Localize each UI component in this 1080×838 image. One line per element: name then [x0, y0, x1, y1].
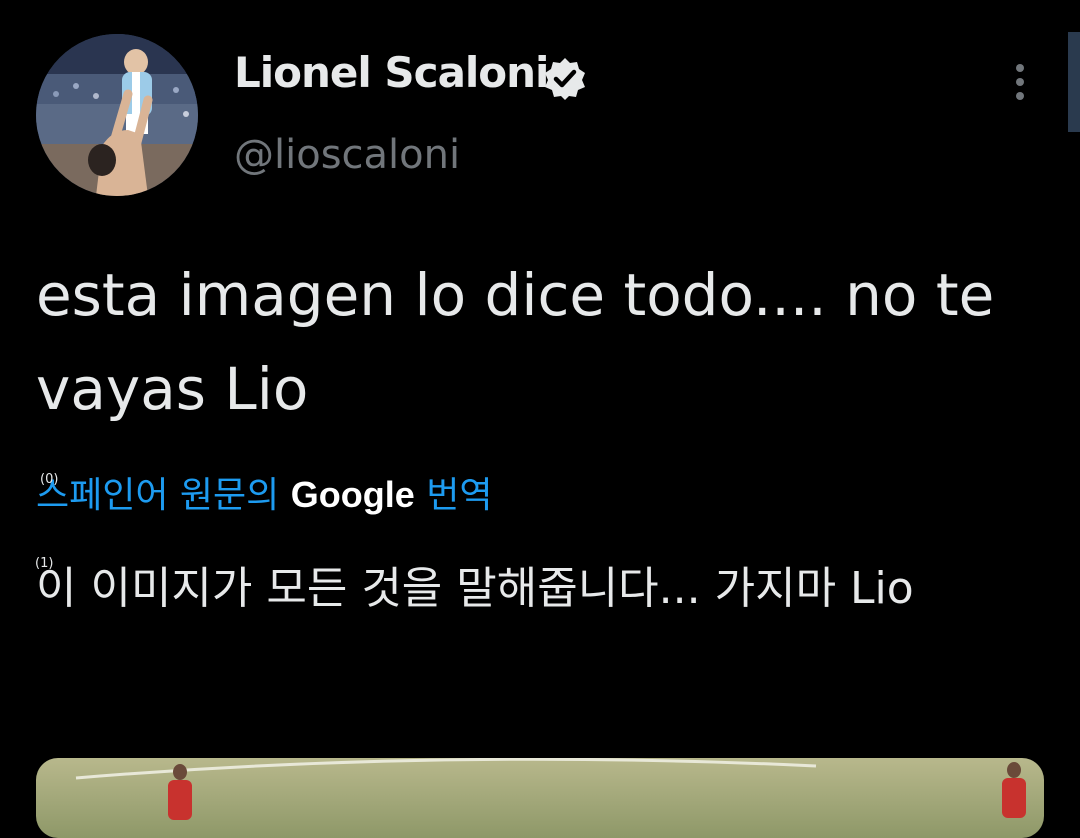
google-translate-link[interactable]: 스페인어 원문의 Google 번역	[36, 466, 492, 518]
author-handle[interactable]: @lioscaloni	[234, 132, 460, 178]
footnote-marker-1: (1)	[35, 556, 54, 571]
translate-prefix: 스페인어 원문의	[36, 475, 280, 516]
google-logo-text: Google	[290, 474, 415, 515]
author-name[interactable]: Lionel Scaloni	[234, 48, 549, 97]
verified-badge-icon	[543, 56, 587, 100]
more-vertical-icon	[1016, 64, 1024, 100]
more-options-button[interactable]	[996, 58, 1044, 106]
translate-suffix: 번역	[426, 475, 493, 516]
translated-text: 이 이미지가 모든 것을 말해줍니다... 가지마 Lio	[36, 563, 914, 614]
tweet-text: esta imagen lo dice todo.... no te vayas…	[36, 261, 995, 423]
footnote-marker-0: (0)	[40, 472, 59, 487]
avatar[interactable]	[36, 34, 198, 196]
tweet-media-image[interactable]	[36, 758, 1044, 838]
scrollbar-thumb[interactable]	[1068, 32, 1080, 132]
